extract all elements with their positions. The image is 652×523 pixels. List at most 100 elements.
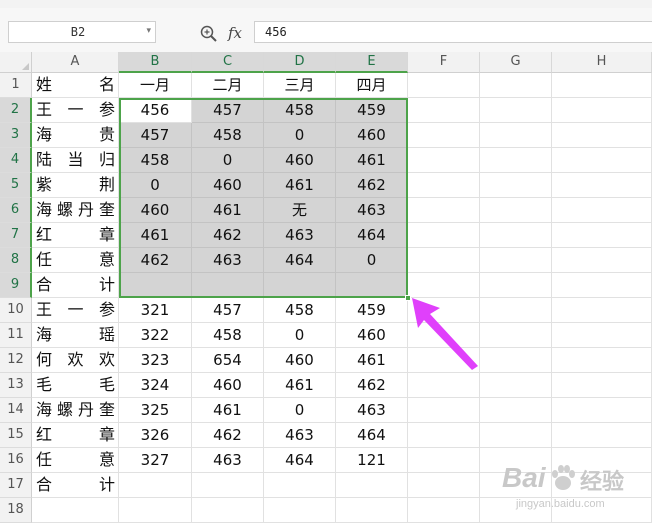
cell-h2[interactable]	[552, 98, 652, 123]
cell-name[interactable]: 海贵	[32, 123, 119, 148]
cell-c12[interactable]: 654	[192, 348, 264, 373]
cell-name[interactable]: 海瑶	[32, 323, 119, 348]
cell-f5[interactable]	[408, 173, 480, 198]
row-header[interactable]: 5	[0, 173, 32, 198]
cell-e15[interactable]: 464	[336, 423, 408, 448]
cell-h14[interactable]	[552, 398, 652, 423]
cell-f2[interactable]	[408, 98, 480, 123]
name-box[interactable]: B2 ▾	[8, 21, 156, 43]
cell-b3[interactable]: 457	[119, 123, 192, 148]
cell-d13[interactable]: 461	[264, 373, 336, 398]
cell-g15[interactable]	[480, 423, 552, 448]
cell-f17[interactable]	[408, 473, 480, 498]
cell-h6[interactable]	[552, 198, 652, 223]
cell-d9[interactable]	[264, 273, 336, 298]
column-header-a[interactable]: A	[32, 52, 119, 73]
column-header-h[interactable]: H	[552, 52, 652, 73]
cell-d8[interactable]: 464	[264, 248, 336, 273]
cell-b18[interactable]	[119, 498, 192, 523]
cell-f8[interactable]	[408, 248, 480, 273]
cell-h5[interactable]	[552, 173, 652, 198]
cell-e13[interactable]: 462	[336, 373, 408, 398]
column-header-d[interactable]: D	[264, 52, 336, 73]
cell-b7[interactable]: 461	[119, 223, 192, 248]
row-header[interactable]: 8	[0, 248, 32, 273]
cell-b12[interactable]: 323	[119, 348, 192, 373]
cell-f4[interactable]	[408, 148, 480, 173]
cell-g3[interactable]	[480, 123, 552, 148]
cell-d10[interactable]: 458	[264, 298, 336, 323]
cell-f1[interactable]	[408, 73, 480, 98]
cell-g8[interactable]	[480, 248, 552, 273]
row-header[interactable]: 10	[0, 298, 32, 323]
cell-d14[interactable]: 0	[264, 398, 336, 423]
cell-b9[interactable]	[119, 273, 192, 298]
cell-d11[interactable]: 0	[264, 323, 336, 348]
cell-e11[interactable]: 460	[336, 323, 408, 348]
row-header[interactable]: 4	[0, 148, 32, 173]
cell-e14[interactable]: 463	[336, 398, 408, 423]
row-header[interactable]: 3	[0, 123, 32, 148]
cell-g11[interactable]	[480, 323, 552, 348]
cell-name[interactable]: 海螺丹奎	[32, 198, 119, 223]
cell-e12[interactable]: 461	[336, 348, 408, 373]
cell-c2[interactable]: 457	[192, 98, 264, 123]
cell-b2[interactable]: 456	[119, 98, 192, 123]
cell-f16[interactable]	[408, 448, 480, 473]
cell-h3[interactable]	[552, 123, 652, 148]
cell-name[interactable]: 合计	[32, 473, 119, 498]
cell-name[interactable]	[32, 498, 119, 523]
cell-c4[interactable]: 0	[192, 148, 264, 173]
row-header[interactable]: 16	[0, 448, 32, 473]
cell-h10[interactable]	[552, 298, 652, 323]
cell-e4[interactable]: 461	[336, 148, 408, 173]
cell-h7[interactable]	[552, 223, 652, 248]
cell-e1[interactable]: 四月	[336, 73, 408, 98]
cell-b1[interactable]: 一月	[119, 73, 192, 98]
cell-d7[interactable]: 463	[264, 223, 336, 248]
cell-c8[interactable]: 463	[192, 248, 264, 273]
select-all-corner[interactable]	[0, 52, 32, 73]
row-header[interactable]: 6	[0, 198, 32, 223]
cell-d17[interactable]	[264, 473, 336, 498]
cell-e5[interactable]: 462	[336, 173, 408, 198]
cell-name[interactable]: 王一参	[32, 98, 119, 123]
cell-e2[interactable]: 459	[336, 98, 408, 123]
cell-f7[interactable]	[408, 223, 480, 248]
cell-b6[interactable]: 460	[119, 198, 192, 223]
cell-name[interactable]: 姓名	[32, 73, 119, 98]
cell-f6[interactable]	[408, 198, 480, 223]
cell-h8[interactable]	[552, 248, 652, 273]
cell-name[interactable]: 何欢欢	[32, 348, 119, 373]
cell-c10[interactable]: 457	[192, 298, 264, 323]
cell-h9[interactable]	[552, 273, 652, 298]
cell-g14[interactable]	[480, 398, 552, 423]
cell-f3[interactable]	[408, 123, 480, 148]
column-header-c[interactable]: C	[192, 52, 264, 73]
cell-c15[interactable]: 462	[192, 423, 264, 448]
cell-name[interactable]: 王一参	[32, 298, 119, 323]
column-header-f[interactable]: F	[408, 52, 480, 73]
row-header[interactable]: 1	[0, 73, 32, 98]
row-header[interactable]: 14	[0, 398, 32, 423]
cell-h1[interactable]	[552, 73, 652, 98]
cell-d12[interactable]: 460	[264, 348, 336, 373]
row-header[interactable]: 12	[0, 348, 32, 373]
cell-h15[interactable]	[552, 423, 652, 448]
cell-c17[interactable]	[192, 473, 264, 498]
cell-c3[interactable]: 458	[192, 123, 264, 148]
row-header[interactable]: 11	[0, 323, 32, 348]
cell-d15[interactable]: 463	[264, 423, 336, 448]
row-header[interactable]: 18	[0, 498, 32, 523]
cell-g4[interactable]	[480, 148, 552, 173]
cell-d6[interactable]: 无	[264, 198, 336, 223]
cell-name[interactable]: 毛毛	[32, 373, 119, 398]
cell-h4[interactable]	[552, 148, 652, 173]
cell-name[interactable]: 合计	[32, 273, 119, 298]
function-fx-icon[interactable]: fx	[228, 24, 242, 42]
cell-d3[interactable]: 0	[264, 123, 336, 148]
cell-e3[interactable]: 460	[336, 123, 408, 148]
row-header[interactable]: 15	[0, 423, 32, 448]
cell-c7[interactable]: 462	[192, 223, 264, 248]
cell-c13[interactable]: 460	[192, 373, 264, 398]
